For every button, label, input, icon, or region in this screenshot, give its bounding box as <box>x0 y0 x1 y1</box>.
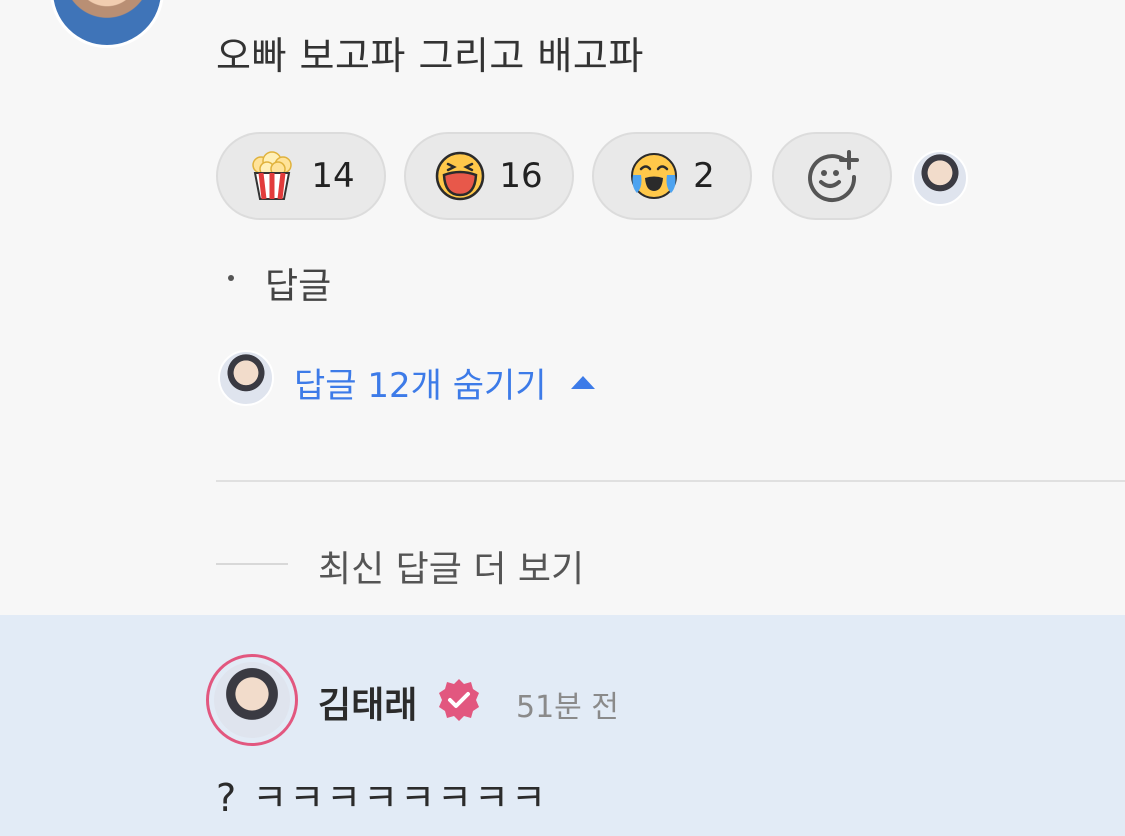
reaction-crying-laughing-button[interactable]: 2 <box>592 132 752 220</box>
reaction-count: 2 <box>693 156 715 196</box>
reply-timestamp: 51분 전 <box>516 690 619 725</box>
reaction-popcorn-button[interactable]: 14 <box>216 132 386 220</box>
reaction-laughing-button[interactable]: 16 <box>404 132 574 220</box>
add-reaction-icon <box>808 150 859 203</box>
crying-laughing-face-icon <box>631 153 678 199</box>
hide-replies-label: 답글 12개 숨기기 <box>294 366 547 406</box>
reaction-count: 14 <box>311 156 355 196</box>
popcorn-icon <box>252 151 293 200</box>
separator-dot <box>228 275 234 281</box>
verified-badge-icon <box>439 679 479 721</box>
comment-text: 오빠 보고파 그리고 배고파 <box>216 34 644 78</box>
caret-up-icon <box>570 376 595 389</box>
reply-author-name[interactable]: 김태래 <box>318 676 417 728</box>
replies-avatar <box>218 350 274 406</box>
reply-author-avatar[interactable] <box>214 662 290 738</box>
reactor-avatar[interactable] <box>912 150 968 206</box>
reaction-count: 16 <box>499 156 543 196</box>
more-replies-line <box>216 563 288 565</box>
add-reaction-button[interactable] <box>772 132 892 220</box>
laughing-face-icon <box>436 151 485 201</box>
comment-author-avatar[interactable] <box>50 0 164 48</box>
reply-text: ? ㅋㅋㅋㅋㅋㅋㅋㅋ <box>216 776 548 820</box>
more-replies-button[interactable]: 최신 답글 더 보기 <box>318 540 584 592</box>
divider <box>216 480 1125 482</box>
reply-button[interactable]: 답글 <box>265 257 331 309</box>
hide-replies-toggle[interactable]: 답글 12개 숨기기 <box>294 358 595 407</box>
